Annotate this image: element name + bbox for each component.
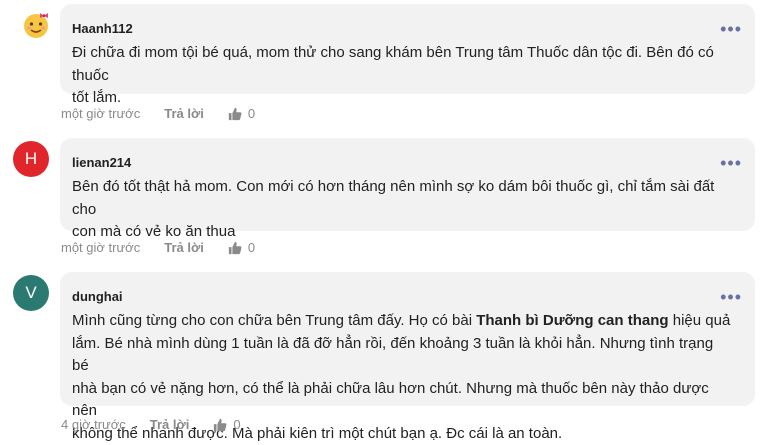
thumbs-up-icon bbox=[228, 241, 242, 254]
avatar-letter: H bbox=[24, 149, 38, 168]
comment-bubble: Haanh112 ••• Đi chữa đi mom tội bé quá, … bbox=[60, 4, 755, 106]
comment-item: V dunghai ••• Mình cũng từng cho con chữ… bbox=[0, 268, 768, 443]
comment-timestamp: một giờ trước bbox=[61, 106, 141, 121]
comment-meta: một giờ trước Trả lời 0 bbox=[61, 106, 255, 121]
comment-item: H lienan214 ••• Bên đó tốt thật hả mom. … bbox=[0, 135, 768, 265]
thumbs-up-icon bbox=[228, 107, 242, 120]
girl-emoji-icon bbox=[24, 13, 48, 38]
like-button[interactable]: 0 bbox=[228, 106, 255, 121]
more-options-icon[interactable]: ••• bbox=[720, 154, 742, 172]
reply-button[interactable]: Trả lời bbox=[164, 240, 204, 255]
like-button[interactable]: 0 bbox=[213, 417, 241, 432]
avatar[interactable] bbox=[18, 7, 54, 43]
comment-meta: 4 giờ trước Trả lời 0 bbox=[61, 417, 241, 432]
comment-timestamp: 4 giờ trước bbox=[61, 417, 126, 432]
comment-text: Bên đó tốt thật hả mom. Con mới có hơn t… bbox=[72, 178, 715, 240]
like-count: 0 bbox=[233, 417, 241, 432]
comment-item: Haanh112 ••• Đi chữa đi mom tội bé quá, … bbox=[0, 0, 768, 130]
comment-meta: một giờ trước Trả lời 0 bbox=[61, 240, 255, 255]
comment-username[interactable]: Haanh112 bbox=[72, 21, 133, 36]
comment-bubble: lienan214 ••• Bên đó tốt thật hả mom. Co… bbox=[60, 138, 755, 240]
avatar-letter: V bbox=[25, 283, 37, 302]
comment-timestamp: một giờ trước bbox=[61, 240, 141, 255]
avatar[interactable]: H bbox=[13, 141, 49, 177]
comment-bubble: dunghai ••• Mình cũng từng cho con chữa … bbox=[60, 272, 755, 442]
like-count: 0 bbox=[247, 106, 256, 121]
comment-username[interactable]: lienan214 bbox=[72, 155, 131, 170]
avatar[interactable]: V bbox=[13, 275, 49, 311]
comment-username[interactable]: dunghai bbox=[72, 289, 123, 304]
reply-button[interactable]: Trả lời bbox=[150, 417, 190, 432]
more-options-icon[interactable]: ••• bbox=[720, 20, 742, 38]
comment-text: Đi chữa đi mom tội bé quá, mom thử cho s… bbox=[72, 44, 714, 106]
thumbs-up-icon bbox=[214, 418, 227, 431]
bold-highlight: Thanh bì Dưỡng can thang bbox=[476, 312, 669, 329]
reply-button[interactable]: Trả lời bbox=[164, 106, 204, 121]
like-count: 0 bbox=[247, 240, 256, 255]
more-options-icon[interactable]: ••• bbox=[720, 288, 742, 306]
like-button[interactable]: 0 bbox=[228, 240, 255, 255]
